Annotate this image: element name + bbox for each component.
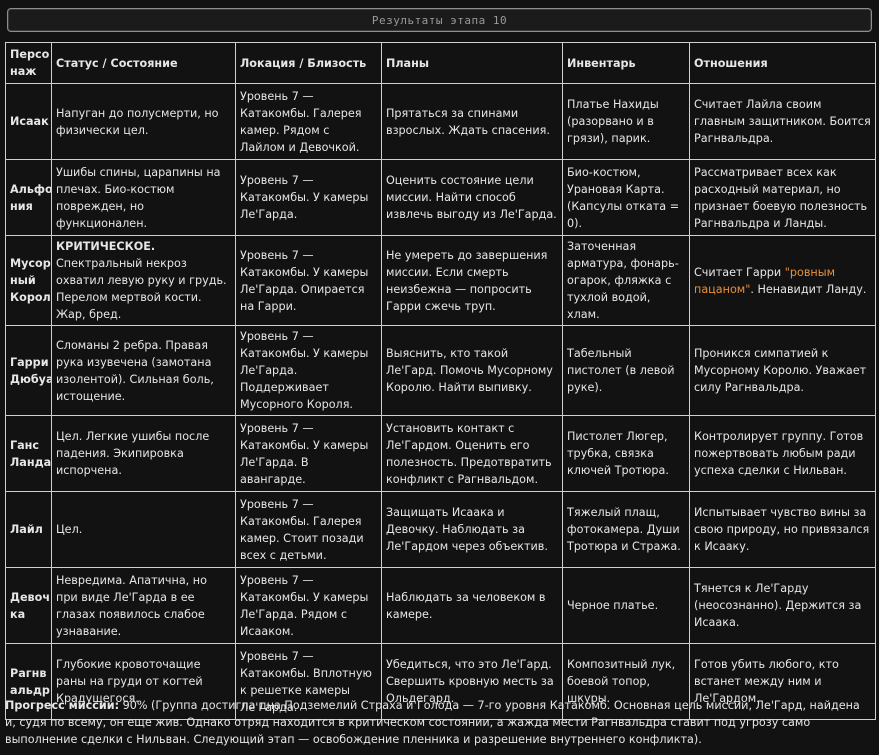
table-row: Мусор ный Король КРИТИЧЕСКОЕ. Спектральн… — [5, 235, 876, 326]
header-character: Персо наж — [5, 42, 52, 84]
inventory-cell: Тяжелый плащ, фотокамера. Души Тротюра и… — [562, 491, 690, 568]
stage-title: Результаты этапа 10 — [371, 13, 508, 27]
relations-cell: Считает Лайла своим главным защитником. … — [689, 83, 876, 160]
table-header-row: Персо наж Статус / Состояние Локация / Б… — [5, 42, 876, 84]
character-name: Девоч ка — [5, 567, 52, 644]
table-row: Ганс Ланда Цел. Легкие ушибы после паден… — [5, 415, 876, 492]
table-row: Исаак Напуган до полусмерти, но физическ… — [5, 83, 876, 160]
status-cell: Цел. — [51, 491, 236, 568]
relations-cell: Считает Гарри "ровным пацаном". Ненавиди… — [689, 235, 876, 326]
status-text: Спектральный некроз охватил левую руку и… — [56, 257, 227, 321]
plans-cell: Наблюдать за человеком в камере. — [381, 567, 563, 644]
status-cell: Цел. Легкие ушибы после падения. Экипиро… — [51, 415, 236, 492]
header-status: Статус / Состояние — [51, 42, 236, 84]
inventory-cell: Табельный пистолет (в левой руке). — [562, 325, 690, 416]
mission-progress-text: 90% (Группа достигла дна Подземелий Стра… — [5, 699, 860, 746]
relations-cell: Проникся симпатией к Мусорному Королю. У… — [689, 325, 876, 416]
relations-cell: Рассматривает всех как расходный материа… — [689, 159, 876, 236]
critical-status-label: КРИТИЧЕСКОЕ. — [56, 240, 156, 253]
relations-text-post: . Ненавидит Ланду. — [750, 282, 867, 296]
location-cell: Уровень 7 — Катакомбы. У камеры Ле'Гарда… — [235, 235, 382, 326]
plans-cell: Выяснить, кто такой Ле'Гард. Помочь Мусо… — [381, 325, 563, 416]
plans-cell: Установить контакт с Ле'Гардом. Оценить … — [381, 415, 563, 492]
relations-cell: Тянется к Ле'Гарду (неосознанно). Держит… — [689, 567, 876, 644]
character-name: Ганс Ланда — [5, 415, 52, 492]
relations-cell: Испытывает чувство вины за свою природу,… — [689, 491, 876, 568]
table-row: Лайл Цел. Уровень 7 — Катакомбы. Галерея… — [5, 491, 876, 568]
plans-cell: Прятаться за спинами взрослых. Ждать спа… — [381, 83, 563, 160]
character-status-table: Персо наж Статус / Состояние Локация / Б… — [5, 42, 876, 720]
status-cell: КРИТИЧЕСКОЕ. Спектральный некроз охватил… — [51, 235, 236, 326]
mission-progress-label: Прогресс миссии: — [5, 699, 120, 712]
inventory-cell: Заточенная арматура, фонарь-огарок, фляж… — [562, 235, 690, 326]
header-location: Локация / Близость — [235, 42, 382, 84]
plans-cell: Оценить состояние цели миссии. Найти спо… — [381, 159, 563, 236]
location-cell: Уровень 7 — Катакомбы. Галерея камер. Ст… — [235, 491, 382, 568]
location-cell: Уровень 7 — Катакомбы. Галерея камер. Ря… — [235, 83, 382, 160]
plans-cell: Не умереть до завершения миссии. Если см… — [381, 235, 563, 326]
status-cell: Сломаны 2 ребра. Правая рука изувечена (… — [51, 325, 236, 416]
stage-title-bar: Результаты этапа 10 — [7, 8, 872, 32]
table-row: Гарри Дюбуа Сломаны 2 ребра. Правая рука… — [5, 325, 876, 416]
header-inventory: Инвентарь — [562, 42, 690, 84]
location-cell: Уровень 7 — Катакомбы. У камеры Ле'Гарда… — [235, 567, 382, 644]
location-cell: Уровень 7 — Катакомбы. У камеры Ле'Гарда… — [235, 159, 382, 236]
plans-cell: Защищать Исаака и Девочку. Наблюдать за … — [381, 491, 563, 568]
header-plans: Планы — [381, 42, 563, 84]
relations-text-pre: Считает Гарри — [694, 265, 785, 279]
inventory-cell: Черное платье. — [562, 567, 690, 644]
status-cell: Напуган до полусмерти, но физически цел. — [51, 83, 236, 160]
character-name: Гарри Дюбуа — [5, 325, 52, 416]
header-relations: Отношения — [689, 42, 876, 84]
mission-progress: Прогресс миссии: 90% (Группа достигла дн… — [5, 697, 871, 748]
character-name: Исаак — [5, 83, 52, 160]
character-name: Лайл — [5, 491, 52, 568]
inventory-cell: Био-костюм, Урановая Карта. (Капсулы отк… — [562, 159, 690, 236]
character-name: Мусор ный Король — [5, 235, 52, 326]
location-cell: Уровень 7 — Катакомбы. У камеры Ле'Гарда… — [235, 325, 382, 416]
relations-cell: Контролирует группу. Готов пожертвовать … — [689, 415, 876, 492]
inventory-cell: Платье Нахиды (разорвано и в грязи), пар… — [562, 83, 690, 160]
status-cell: Невредима. Апатична, но при виде Ле'Гард… — [51, 567, 236, 644]
table-row: Девоч ка Невредима. Апатична, но при вид… — [5, 567, 876, 644]
character-name: Альфо ния — [5, 159, 52, 236]
table-row: Альфо ния Ушибы спины, царапины на плеча… — [5, 159, 876, 236]
location-cell: Уровень 7 — Катакомбы. У камеры Ле'Гарда… — [235, 415, 382, 492]
status-cell: Ушибы спины, царапины на плечах. Био-кос… — [51, 159, 236, 236]
inventory-cell: Пистолет Люгер, трубка, связка ключей Тр… — [562, 415, 690, 492]
